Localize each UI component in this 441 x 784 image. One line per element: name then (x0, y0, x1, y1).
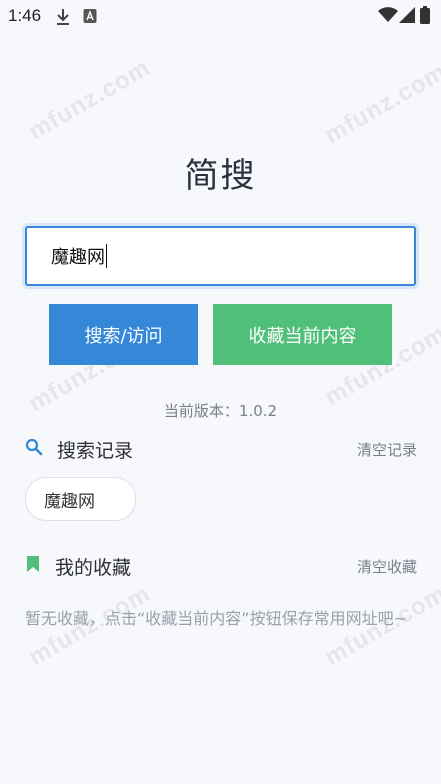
status-time: 1:46 (8, 6, 42, 25)
download-icon (55, 8, 71, 30)
clear-favorites-button[interactable]: 清空收藏 (357, 556, 417, 577)
search-input[interactable]: 魔趣网 (25, 226, 416, 286)
history-chip[interactable]: 魔趣网 (25, 477, 136, 521)
history-title: 搜索记录 (57, 439, 134, 462)
search-icon (25, 438, 43, 460)
app-title: 简搜 (184, 156, 257, 196)
watermark: mfunz.com (24, 53, 156, 146)
clear-history-button[interactable]: 清空记录 (357, 439, 417, 460)
watermark: mfunz.com (320, 57, 441, 150)
search-input-value: 魔趣网 (51, 247, 105, 268)
status-bar: 1:46 (0, 0, 441, 32)
favorite-current-button[interactable]: 收藏当前内容 (213, 304, 392, 365)
favorites-title: 我的收藏 (55, 556, 132, 579)
text-caret (106, 244, 107, 268)
version-label: 当前版本：1.0.2 (163, 402, 278, 420)
favorites-empty-text: 暂无收藏，点击“收藏当前内容”按钮保存常用网址吧~ (25, 609, 407, 628)
search-visit-button[interactable]: 搜索/访问 (49, 304, 198, 365)
battery-icon (420, 6, 430, 28)
signal-icon (399, 7, 415, 27)
wifi-icon (378, 7, 398, 27)
app-notification-icon (83, 8, 97, 28)
favorites-header: 我的收藏 清空收藏 (25, 552, 417, 580)
bookmark-icon (25, 555, 41, 577)
history-header: 搜索记录 清空记录 (25, 435, 417, 463)
